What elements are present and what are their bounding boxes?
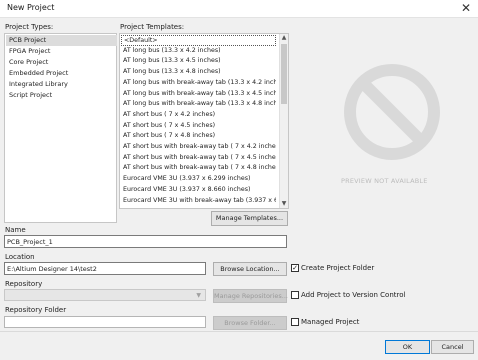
repository-label: Repository	[5, 280, 43, 288]
project-template-item[interactable]: AT long bus with break-away tab (13.3 x …	[121, 99, 276, 110]
location-input[interactable]: E:\Altium Designer 14\test2	[4, 262, 206, 275]
project-template-item[interactable]: AT short bus with break-away tab ( 7 x 4…	[121, 153, 276, 164]
title-bar: New Project ✕	[0, 0, 478, 18]
project-template-item[interactable]: AT short bus ( 7 x 4.8 inches)	[121, 131, 276, 142]
project-type-item[interactable]: Core Project	[6, 57, 117, 68]
project-types-label: Project Types:	[5, 23, 54, 31]
scroll-thumb[interactable]	[281, 44, 287, 104]
project-type-item[interactable]: Integrated Library	[6, 79, 117, 90]
project-type-item[interactable]: PCB Project	[6, 35, 117, 46]
scroll-up-icon[interactable]: ▲	[280, 34, 288, 42]
managed-project-label: Managed Project	[301, 318, 360, 326]
templates-scrollbar[interactable]: ▲ ▼	[279, 34, 288, 208]
manage-repositories-button[interactable]: Manage Repositories...	[213, 289, 288, 303]
project-template-item[interactable]: AT short bus ( 7 x 4.5 inches)	[121, 121, 276, 132]
name-input[interactable]: PCB_Project_1	[4, 235, 287, 248]
create-project-folder-label: Create Project Folder	[301, 264, 375, 272]
project-template-item[interactable]: AT long bus (13.3 x 4.8 inches)	[121, 67, 276, 78]
location-label: Location	[5, 253, 35, 261]
project-template-item[interactable]: <Default>	[121, 35, 276, 46]
name-label: Name	[5, 226, 26, 234]
repository-folder-label: Repository Folder	[5, 306, 67, 314]
project-template-item[interactable]: AT long bus with break-away tab (13.3 x …	[121, 89, 276, 100]
project-templates-label: Project Templates:	[120, 23, 185, 31]
project-template-item[interactable]: AT long bus (13.3 x 4.5 inches)	[121, 56, 276, 67]
ok-button[interactable]: OK	[385, 340, 430, 354]
project-type-item[interactable]: Embedded Project	[6, 68, 117, 79]
manage-templates-button[interactable]: Manage Templates...	[211, 211, 288, 226]
window-title: New Project	[7, 3, 55, 12]
project-template-item[interactable]: AT long bus with break-away tab (13.3 x …	[121, 78, 276, 89]
project-template-item[interactable]: Eurocard VME 3U (3.937 x 8.660 inches)	[121, 185, 276, 196]
repository-dropdown[interactable]: ▼	[4, 289, 206, 301]
project-template-item[interactable]: AT long bus (13.3 x 4.2 inches)	[121, 46, 276, 57]
add-to-version-control-checkbox[interactable]	[291, 291, 299, 299]
close-icon[interactable]: ✕	[461, 1, 471, 15]
scroll-down-icon[interactable]: ▼	[280, 200, 288, 208]
project-type-item[interactable]: FPGA Project	[6, 46, 117, 57]
repository-folder-input[interactable]	[4, 316, 206, 328]
project-template-item[interactable]: Eurocard VME 3U (3.937 x 6.299 inches)	[121, 174, 276, 185]
browse-location-button[interactable]: Browse Location...	[213, 262, 287, 276]
no-preview-icon	[340, 60, 444, 166]
browse-folder-button[interactable]: Browse Folder...	[213, 316, 287, 330]
project-types-list[interactable]: PCB Project FPGA Project Core Project Embed…	[4, 33, 117, 223]
project-type-item[interactable]: Script Project	[6, 90, 117, 101]
add-to-version-control-label: Add Project to Version Control	[301, 291, 406, 299]
chevron-down-icon: ▼	[196, 292, 201, 299]
project-template-item[interactable]: Eurocard VME 3U with break-away tab (3.9…	[121, 196, 276, 207]
managed-project-checkbox[interactable]	[291, 318, 299, 326]
project-template-item[interactable]: AT short bus ( 7 x 4.2 inches)	[121, 110, 276, 121]
project-templates-list[interactable]: <Default> AT long bus (13.3 x 4.2 inches)…	[119, 33, 289, 209]
cancel-button[interactable]: Cancel	[431, 340, 474, 354]
project-template-item[interactable]: AT short bus with break-away tab ( 7 x 4…	[121, 142, 276, 153]
project-template-item[interactable]: AT short bus with break-away tab ( 7 x 4…	[121, 163, 276, 174]
create-project-folder-checkbox[interactable]: ✓	[291, 264, 299, 272]
preview-not-available-text: PREVIEW NOT AVAILABLE	[341, 177, 428, 185]
